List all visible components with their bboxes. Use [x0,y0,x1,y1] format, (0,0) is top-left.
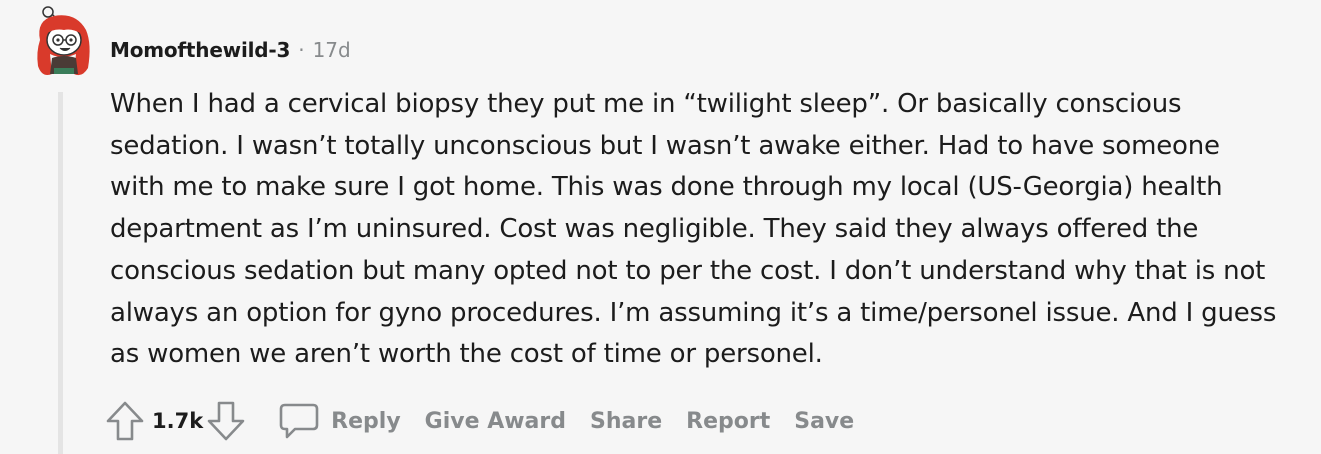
give-award-button[interactable]: Give Award [425,409,566,434]
comment: Momofthewild-3 · 17d When I had a cervic… [0,0,1321,454]
report-button[interactable]: Report [686,409,770,434]
comment-text: When I had a cervical biopsy they put me… [110,89,1277,370]
user-avatar[interactable] [32,4,94,80]
vote-count: 1.7k [152,409,204,433]
thread-line[interactable] [58,92,63,454]
comment-body: When I had a cervical biopsy they put me… [110,84,1280,376]
username[interactable]: Momofthewild-3 [110,38,290,62]
comment-age[interactable]: 17d [313,38,351,62]
downvote-icon[interactable] [205,398,247,444]
upvote-icon[interactable] [104,398,146,444]
comment-actions: 1.7k Reply Give Award Share Report Save [104,398,878,444]
speech-bubble-icon[interactable] [279,401,319,441]
comment-header: Momofthewild-3 · 17d [110,36,351,64]
share-button[interactable]: Share [590,409,662,434]
save-button[interactable]: Save [794,409,854,434]
reply-button[interactable]: Reply [331,409,401,434]
separator-dot: · [298,38,305,62]
